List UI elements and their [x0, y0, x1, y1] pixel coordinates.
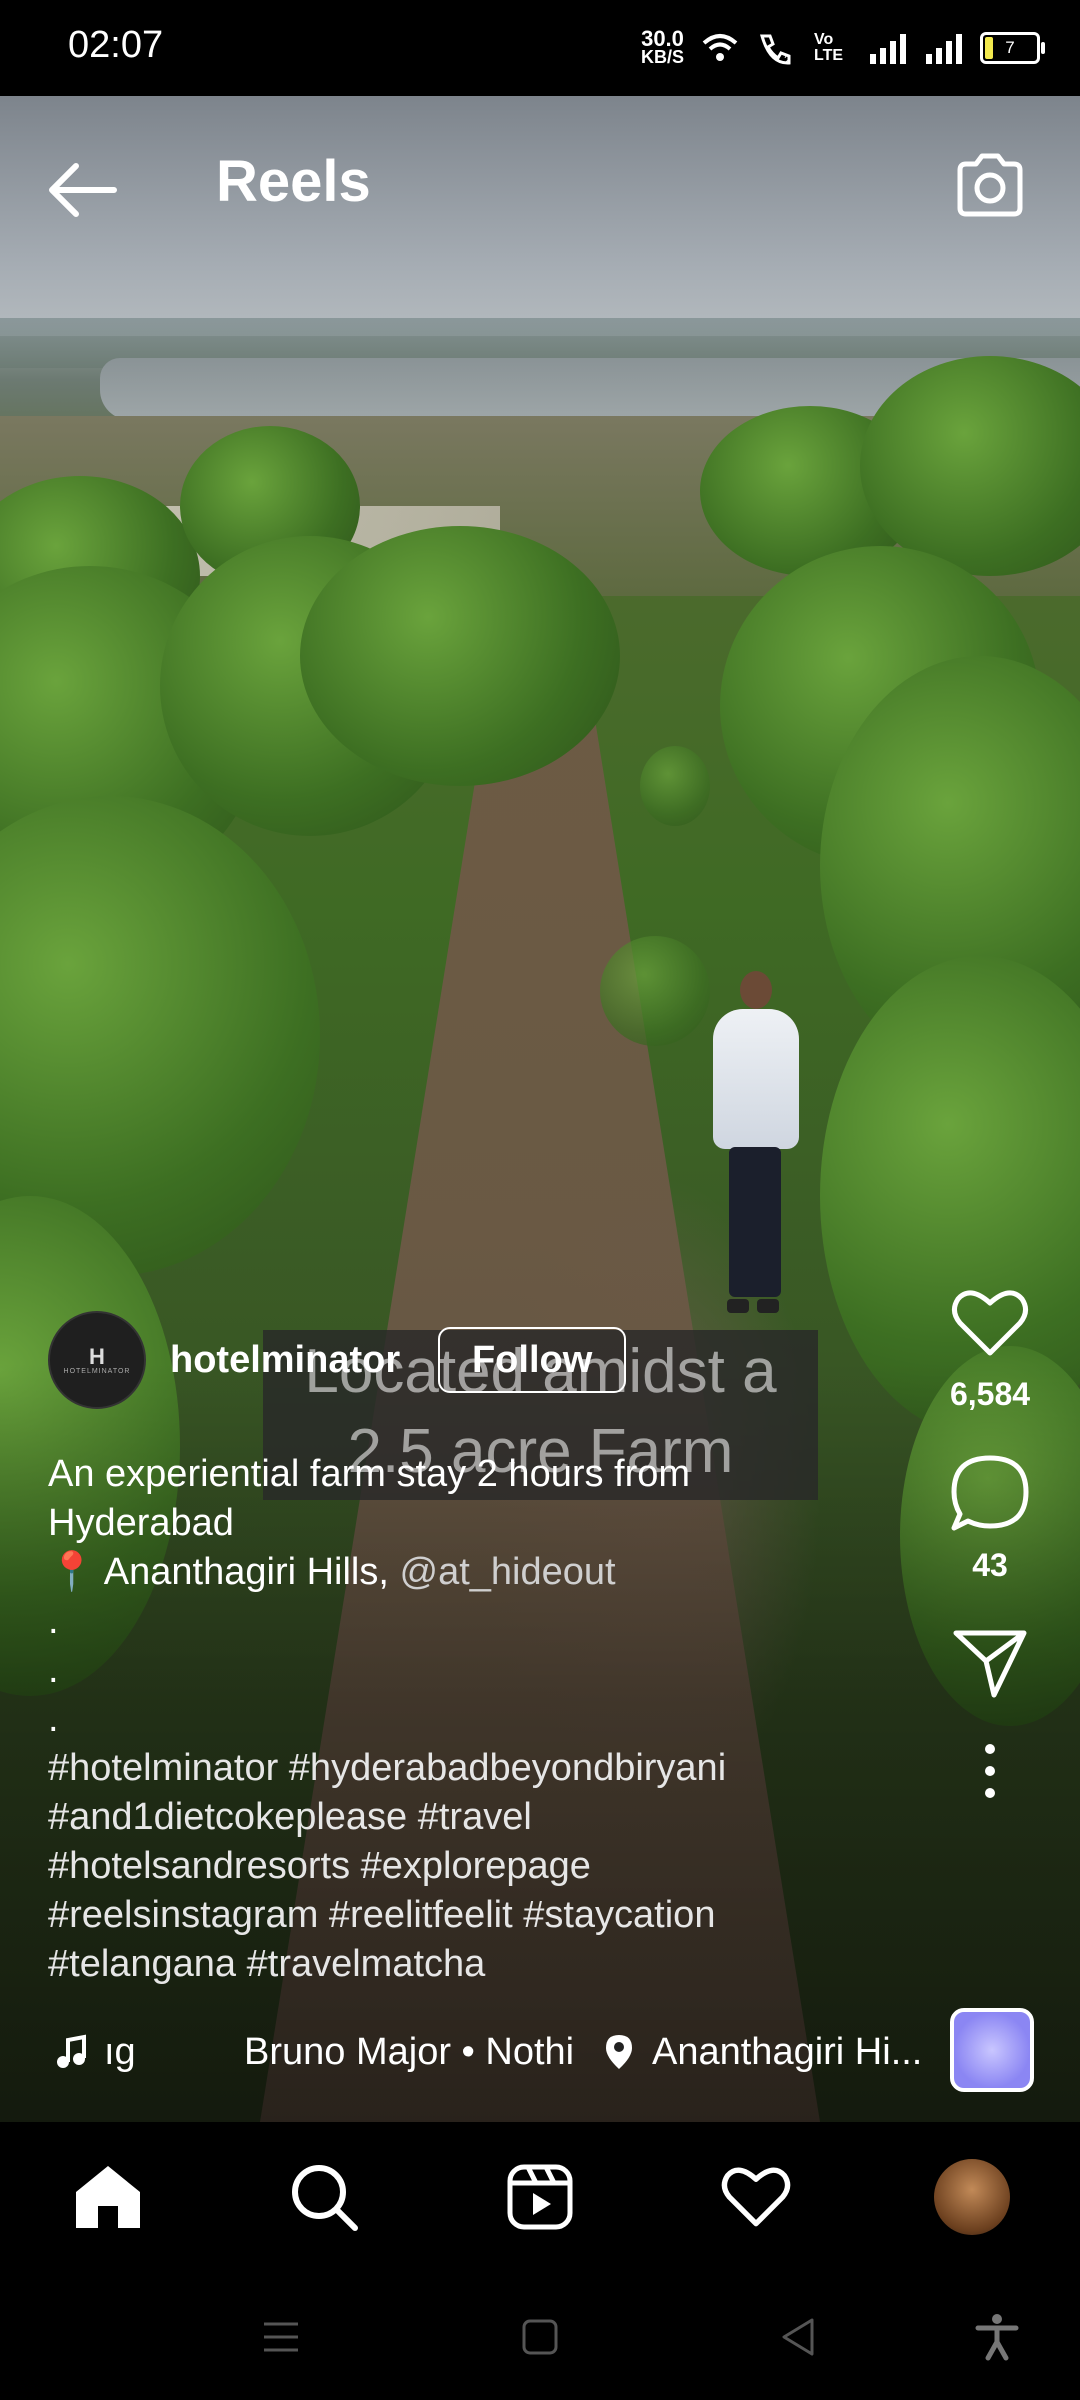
- volte-indicator: Vo LTE: [814, 31, 844, 64]
- audio-artist[interactable]: Bruno Major • Nothi: [244, 2031, 604, 2074]
- caption-dot: .: [48, 1649, 59, 1691]
- status-icons: 30.0 KB/S 2 Vo LTE 7: [640, 20, 1045, 76]
- nav-search[interactable]: [274, 2147, 374, 2247]
- status-bar: 02:07 30.0 KB/S 2 Vo LTE 7: [0, 0, 1080, 96]
- battery-icon: 7: [980, 32, 1045, 64]
- reel-caption[interactable]: An experiential farm stay 2 hours from H…: [48, 1450, 908, 1989]
- caption-mention[interactable]: @at_hideout: [400, 1551, 616, 1593]
- audio-location-row[interactable]: ıg Bruno Major • Nothi Ananthagiri Hi...: [54, 2020, 924, 2084]
- comment-count: 43: [972, 1547, 1008, 1583]
- reel-actions: 6,584 43: [930, 1280, 1050, 1814]
- home-square-icon[interactable]: [515, 2312, 565, 2362]
- accessibility-icon[interactable]: [972, 2312, 1022, 2362]
- camera-icon[interactable]: [950, 146, 1030, 226]
- network-speed-unit: KB/S: [640, 47, 684, 67]
- signal-icon-1: [870, 34, 906, 64]
- caption-hashtags[interactable]: #hotelminator #hyderabadbeyondbiryani: [48, 1744, 908, 1793]
- signal-icon-2: [926, 34, 962, 64]
- reels-icon: [507, 2164, 573, 2230]
- caption-dot: .: [48, 1698, 59, 1740]
- author-row: H HOTELMINATOR hotelminator Follow: [48, 1311, 627, 1409]
- search-icon: [292, 2165, 358, 2231]
- back-arrow-icon[interactable]: [46, 160, 118, 220]
- caption-line: Hyderabad: [48, 1502, 234, 1544]
- avatar-mark: H: [89, 1343, 105, 1369]
- nav-home[interactable]: [58, 2147, 158, 2247]
- avatar-text: HOTELMINATOR: [63, 1367, 131, 1375]
- profile-avatar: [934, 2159, 1010, 2235]
- like-button[interactable]: [947, 1280, 1033, 1366]
- battery-level: 7: [1005, 38, 1015, 57]
- caption-hashtags[interactable]: #reelsinstagram #reelitfeelit #staycatio…: [48, 1891, 908, 1940]
- comment-button[interactable]: [947, 1451, 1033, 1537]
- more-vertical-icon: [985, 1744, 995, 1798]
- comment-icon: [951, 1455, 1029, 1531]
- menu-icon[interactable]: [256, 2312, 306, 2362]
- author-username[interactable]: hotelminator: [170, 1339, 400, 1382]
- home-icon: [76, 2166, 140, 2228]
- send-icon: [953, 1630, 1027, 1698]
- more-options-button[interactable]: [947, 1728, 1033, 1814]
- status-time: 02:07: [68, 24, 164, 66]
- heart-icon: [721, 2167, 791, 2227]
- system-navigation: [0, 2272, 1080, 2400]
- location-pin-icon: [606, 2035, 632, 2069]
- page-title: Reels: [216, 149, 371, 214]
- audio-track-name[interactable]: ıg: [104, 2031, 234, 2074]
- caption-hashtags[interactable]: #and1dietcokeplease #travel: [48, 1793, 908, 1842]
- caption-dot: .: [48, 1600, 59, 1642]
- author-avatar[interactable]: H HOTELMINATOR: [48, 1311, 146, 1409]
- reel-location[interactable]: Ananthagiri Hi...: [652, 2031, 922, 2074]
- follow-button[interactable]: Follow: [438, 1327, 627, 1393]
- location-pin-emoji: 📍: [48, 1551, 96, 1593]
- caption-line: An experiential farm stay 2 hours from: [48, 1453, 691, 1495]
- wifi-icon: [702, 34, 738, 61]
- audio-thumbnail[interactable]: [950, 2008, 1034, 2092]
- share-button[interactable]: [947, 1620, 1033, 1706]
- network-speed: 30.0 KB/S: [640, 26, 684, 67]
- back-triangle-icon[interactable]: [774, 2312, 824, 2362]
- caption-location: Ananthagiri Hills,: [103, 1551, 389, 1593]
- nav-profile[interactable]: [922, 2147, 1022, 2247]
- person-walking: [705, 971, 805, 1331]
- reels-header: Reels: [0, 96, 1080, 276]
- bottom-navigation: [0, 2122, 1080, 2272]
- nav-activity[interactable]: [706, 2147, 806, 2247]
- heart-icon: [952, 1290, 1028, 1356]
- music-note-icon: [57, 2034, 86, 2068]
- nav-reels[interactable]: [490, 2147, 590, 2247]
- network-speed-value: 30.0: [641, 26, 684, 51]
- svg-text:2: 2: [784, 53, 791, 66]
- caption-location-line: 📍 Ananthagiri Hills, @at_hideout: [48, 1548, 908, 1597]
- like-count: 6,584: [949, 1376, 1031, 1412]
- caption-hashtags[interactable]: #hotelsandresorts #explorepage: [48, 1842, 908, 1891]
- wifi-calling-icon: 2: [760, 34, 791, 66]
- caption-hashtags[interactable]: #telangana #travelmatcha: [48, 1940, 908, 1989]
